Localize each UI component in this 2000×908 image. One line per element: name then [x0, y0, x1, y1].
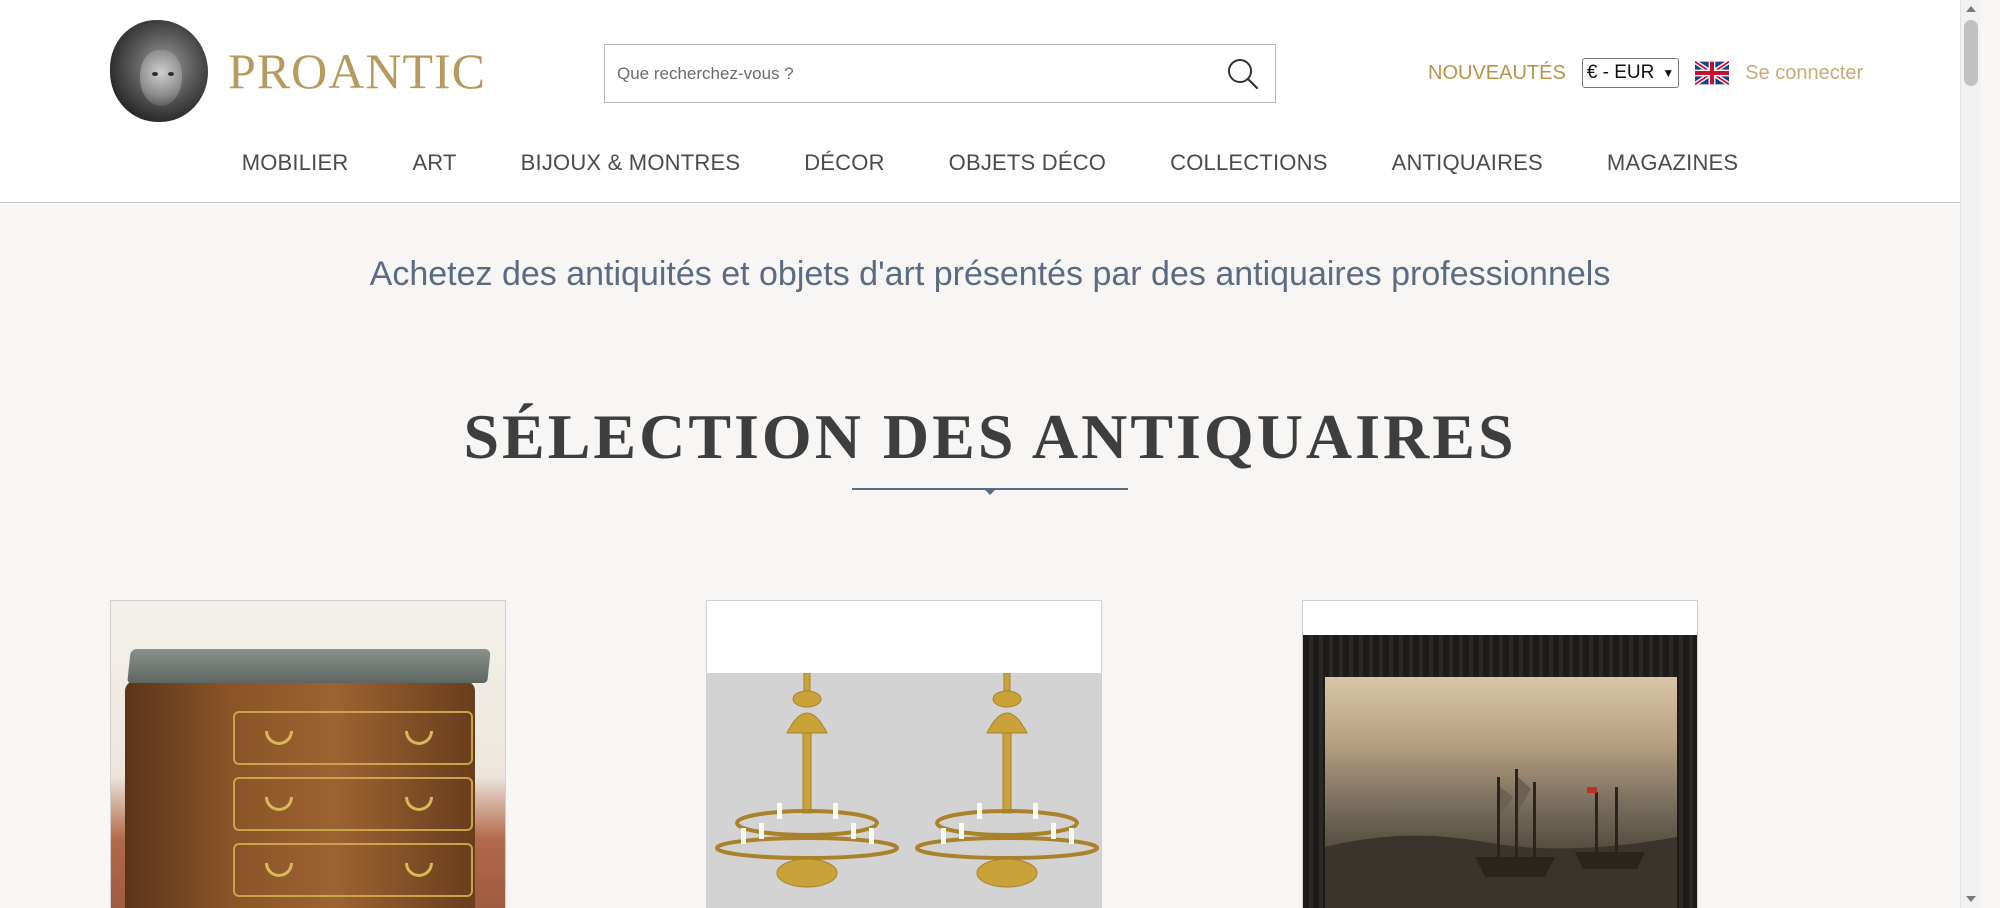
scrollbar-thumb[interactable]	[1964, 20, 1978, 86]
search-input[interactable]	[605, 45, 1211, 102]
currency-value: € - EUR	[1586, 62, 1655, 83]
scroll-up-arrow-icon[interactable]	[1966, 6, 1976, 12]
login-link[interactable]: Se connecter	[1745, 62, 1863, 85]
main-nav: MOBILIER ART BIJOUX & MONTRES DÉCOR OBJE…	[0, 150, 1980, 176]
uk-flag-icon[interactable]	[1695, 61, 1730, 85]
search-button[interactable]	[1211, 45, 1275, 102]
logo-emblem-icon	[110, 20, 208, 122]
nav-item-collections[interactable]: COLLECTIONS	[1170, 150, 1327, 176]
search-bar	[604, 44, 1276, 103]
product-card-commode[interactable]	[110, 600, 506, 908]
site-header: PROANTIC NOUVEAUTÉS € - EUR ▼	[0, 0, 1980, 203]
product-image-commode	[111, 601, 505, 908]
nav-item-decor[interactable]: DÉCOR	[804, 150, 884, 176]
scroll-down-arrow-icon[interactable]	[1966, 896, 1976, 902]
nav-item-antiquaires[interactable]: ANTIQUAIRES	[1392, 150, 1543, 176]
nav-item-art[interactable]: ART	[412, 150, 456, 176]
logo-link[interactable]: PROANTIC	[110, 20, 486, 122]
nav-item-mobilier[interactable]: MOBILIER	[242, 150, 349, 176]
tagline: Achetez des antiquités et objets d'art p…	[369, 255, 1611, 293]
chevron-down-icon: ▼	[1662, 66, 1675, 80]
logo-text: PROANTIC	[228, 43, 487, 99]
nav-item-objets-deco[interactable]: OBJETS DÉCO	[949, 150, 1106, 176]
nav-item-bijoux-montres[interactable]: BIJOUX & MONTRES	[521, 150, 741, 176]
section-title: SÉLECTION DES ANTIQUAIRES	[463, 401, 1517, 472]
product-card-painting[interactable]	[1302, 600, 1698, 908]
product-card-chandeliers[interactable]	[706, 600, 1102, 908]
search-icon	[1228, 58, 1259, 89]
nouveautes-link[interactable]: NOUVEAUTÉS	[1428, 62, 1566, 85]
nav-item-magazines[interactable]: MAGAZINES	[1607, 150, 1738, 176]
page: PROANTIC NOUVEAUTÉS € - EUR ▼	[0, 0, 1980, 908]
header-actions: NOUVEAUTÉS € - EUR ▼ Se connecter	[1428, 56, 1863, 90]
page-scrollbar[interactable]	[1960, 0, 1980, 908]
product-image-chandeliers	[707, 672, 1101, 908]
currency-select[interactable]: € - EUR ▼	[1581, 58, 1680, 88]
title-divider	[852, 488, 1128, 495]
